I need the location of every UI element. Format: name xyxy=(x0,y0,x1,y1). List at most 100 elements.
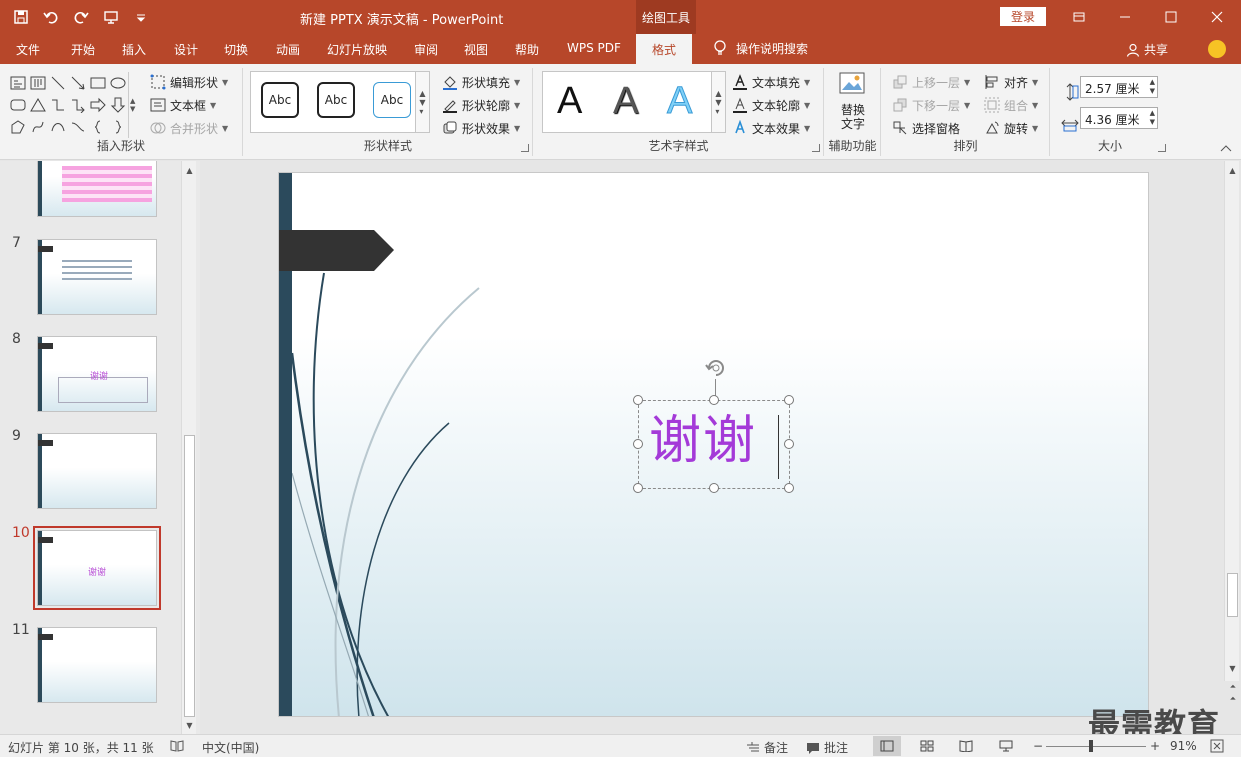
wordart-styles-dialog-launcher[interactable] xyxy=(812,144,820,152)
text-fill-button[interactable]: 文本填充 ▼ xyxy=(732,72,810,92)
resize-handle-left[interactable] xyxy=(633,439,643,449)
zoom-in-button[interactable]: + xyxy=(1150,739,1160,753)
normal-view-button[interactable] xyxy=(873,736,901,756)
collapse-ribbon-button[interactable] xyxy=(1220,144,1232,155)
language-status[interactable]: 中文(中国) xyxy=(202,739,259,756)
tab-home[interactable]: 开始 xyxy=(71,41,95,58)
slide-thumbnail-10-selected[interactable]: 谢谢 xyxy=(33,526,161,610)
shape-triangle[interactable] xyxy=(28,94,48,116)
canvas-scrollbar[interactable]: ▲ ▼ xyxy=(1224,161,1239,681)
shape-line[interactable] xyxy=(48,72,68,94)
merge-shapes-button[interactable]: 合并形状 ▼ xyxy=(150,118,228,138)
shapes-gallery-scroll[interactable]: ▲ ▼ xyxy=(128,72,138,138)
rotate-button[interactable]: 旋转 ▼ xyxy=(984,118,1038,138)
wordart-gallery-scroll[interactable]: ▲ ▼ ▾ xyxy=(711,72,725,132)
shape-arrow-line[interactable] xyxy=(68,72,88,94)
shape-width-spinner[interactable]: ▲ ▼ xyxy=(1150,109,1155,127)
tab-help[interactable]: 帮助 xyxy=(515,41,539,58)
text-effects-button[interactable]: 文本效果 ▼ xyxy=(732,118,810,138)
tab-insert[interactable]: 插入 xyxy=(122,41,146,58)
resize-handle-bottom[interactable] xyxy=(709,483,719,493)
wordart-style-3[interactable]: A xyxy=(666,80,692,123)
wordart-style-2[interactable]: A xyxy=(613,80,638,123)
slide-text[interactable]: 谢谢 xyxy=(649,411,757,471)
canvas-scroll-down-arrow-icon[interactable]: ▼ xyxy=(1225,661,1240,675)
undo-button[interactable] xyxy=(38,6,64,28)
redo-button[interactable] xyxy=(68,6,94,28)
close-button[interactable] xyxy=(1194,0,1240,34)
tell-me-search[interactable]: 操作说明搜索 xyxy=(712,39,808,57)
tab-animations[interactable]: 动画 xyxy=(276,41,300,58)
shape-height-spinner[interactable]: ▲ ▼ xyxy=(1150,78,1155,96)
slide-thumbnail-11[interactable] xyxy=(37,627,157,703)
reading-view-button[interactable] xyxy=(952,736,980,756)
shape-oval[interactable] xyxy=(108,72,128,94)
alt-text-button[interactable]: 替换 文字 xyxy=(829,70,877,131)
rotation-handle-icon[interactable] xyxy=(703,355,729,381)
resize-handle-top-left[interactable] xyxy=(633,395,643,405)
comments-button[interactable]: 批注 xyxy=(806,739,848,756)
text-outline-button[interactable]: 文本轮廓 ▼ xyxy=(732,95,810,115)
shape-down-arrow[interactable] xyxy=(108,94,128,116)
slide-thumbnail-7[interactable] xyxy=(37,239,157,315)
share-button[interactable]: 共享 xyxy=(1126,41,1168,58)
shape-freeform[interactable] xyxy=(8,116,28,138)
tab-transitions[interactable]: 切换 xyxy=(224,41,248,58)
save-button[interactable] xyxy=(8,6,34,28)
canvas-scroll-up-arrow-icon[interactable]: ▲ xyxy=(1225,163,1240,177)
canvas-scroll-thumb[interactable] xyxy=(1227,573,1238,617)
customize-qat-button[interactable] xyxy=(128,6,154,28)
shape-styles-dialog-launcher[interactable] xyxy=(521,144,529,152)
tab-design[interactable]: 设计 xyxy=(174,41,198,58)
shape-scribble[interactable] xyxy=(28,116,48,138)
shape-height-input[interactable]: 2.57 厘米 ▲ ▼ xyxy=(1080,76,1158,98)
fit-slide-button[interactable] xyxy=(1210,739,1224,753)
shape-rectangle[interactable] xyxy=(88,72,108,94)
current-slide[interactable]: 谢谢 xyxy=(278,172,1149,717)
tab-wps-pdf[interactable]: WPS PDF xyxy=(567,41,621,55)
zoom-slider-thumb[interactable] xyxy=(1089,740,1093,752)
maximize-button[interactable] xyxy=(1148,0,1194,34)
slide-thumbnail-8[interactable]: 谢谢 xyxy=(37,336,157,412)
shape-elbow-connector[interactable] xyxy=(48,94,68,116)
scroll-down-arrow-icon[interactable]: ▼ xyxy=(182,718,197,732)
selection-pane-button[interactable]: 选择窗格 xyxy=(892,118,960,138)
shape-right-brace[interactable] xyxy=(108,116,128,138)
shape-style-3[interactable]: Abc xyxy=(373,82,411,118)
tab-slideshow[interactable]: 幻灯片放映 xyxy=(327,41,387,58)
login-button[interactable]: 登录 xyxy=(1000,7,1046,26)
thumbnails-scrollbar[interactable]: ▲ ▼ xyxy=(181,161,196,734)
scroll-up-arrow-icon[interactable]: ▲ xyxy=(182,163,197,177)
start-from-beginning-button[interactable] xyxy=(98,6,124,28)
slideshow-view-button[interactable] xyxy=(992,736,1020,756)
feedback-smiley-icon[interactable] xyxy=(1208,40,1226,58)
slide-sorter-view-button[interactable] xyxy=(913,736,941,756)
slide-thumbnail-6[interactable] xyxy=(37,161,157,217)
bring-forward-button[interactable]: 上移一层 ▼ xyxy=(892,72,970,92)
slide-thumbnail-9[interactable] xyxy=(37,433,157,509)
shape-rounded-rectangle[interactable] xyxy=(8,94,28,116)
notes-button[interactable]: 备注 xyxy=(746,739,788,756)
edit-shape-button[interactable]: 编辑形状 ▼ xyxy=(150,72,228,92)
shape-outline-button[interactable]: 形状轮廓 ▼ xyxy=(442,95,520,115)
minimize-button[interactable] xyxy=(1102,0,1148,34)
tab-format[interactable]: 格式 xyxy=(636,34,693,64)
shape-effects-button[interactable]: 形状效果 ▼ xyxy=(442,118,520,138)
shape-right-arrow[interactable] xyxy=(88,94,108,116)
tab-review[interactable]: 审阅 xyxy=(414,41,438,58)
shape-style-1[interactable]: Abc xyxy=(261,82,299,118)
resize-handle-top-right[interactable] xyxy=(784,395,794,405)
tab-view[interactable]: 视图 xyxy=(464,41,488,58)
resize-handle-right[interactable] xyxy=(784,439,794,449)
selected-text-box[interactable]: 谢谢 xyxy=(633,395,794,493)
shape-curve[interactable] xyxy=(68,116,88,138)
zoom-out-button[interactable]: − xyxy=(1033,739,1043,753)
shape-vertical-textbox[interactable] xyxy=(28,72,48,94)
zoom-level[interactable]: 91% xyxy=(1170,739,1197,753)
resize-handle-bottom-right[interactable] xyxy=(784,483,794,493)
shape-styles-scroll[interactable]: ▲ ▼ ▾ xyxy=(415,72,429,132)
shape-arc[interactable] xyxy=(48,116,68,138)
zoom-slider-track[interactable] xyxy=(1046,746,1146,747)
send-backward-button[interactable]: 下移一层 ▼ xyxy=(892,95,970,115)
size-dialog-launcher[interactable] xyxy=(1158,144,1166,152)
